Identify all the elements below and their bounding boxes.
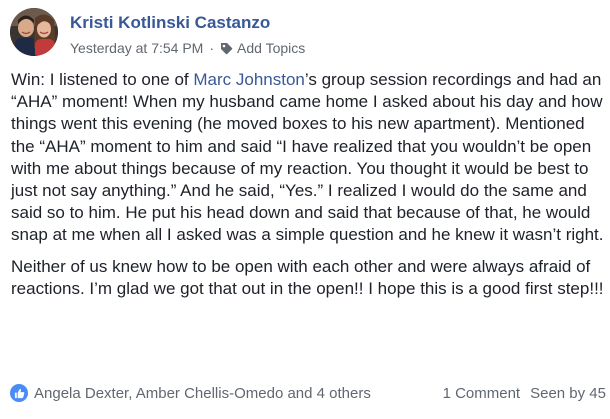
seen-by-count[interactable]: Seen by 45 — [530, 385, 606, 402]
post-header: Kristi Kotlinski Castanzo Yesterday at 7… — [10, 8, 305, 60]
like-icon — [10, 384, 28, 402]
mention-link[interactable]: Marc Johnston — [193, 70, 305, 89]
post-meta: Yesterday at 7:54 PM · Add Topics — [70, 40, 305, 56]
paragraph-text: Neither of us knew how to be open with e… — [11, 256, 604, 298]
reactions-summary[interactable]: Angela Dexter, Amber Chellis-Omedo and 4… — [34, 385, 371, 402]
author-avatar[interactable] — [10, 8, 58, 56]
post-paragraph: Neither of us knew how to be open with e… — [11, 256, 606, 300]
avatar-photo — [10, 8, 58, 56]
feed-post: Kristi Kotlinski Castanzo Yesterday at 7… — [0, 0, 610, 419]
add-topics-link[interactable]: Add Topics — [237, 40, 305, 56]
post-paragraph: Win: I listened to one of Marc Johnston’… — [11, 69, 606, 247]
meta-separator: · — [209, 40, 215, 56]
post-body: Win: I listened to one of Marc Johnston’… — [11, 69, 606, 300]
comments-count[interactable]: 1 Comment — [443, 385, 521, 402]
post-footer: Angela Dexter, Amber Chellis-Omedo and 4… — [10, 382, 606, 404]
tag-icon — [220, 42, 233, 55]
paragraph-text: Win: I listened to one of — [11, 70, 194, 89]
author-name[interactable]: Kristi Kotlinski Castanzo — [70, 13, 305, 33]
paragraph-text: ’s group session recordings and had an “… — [11, 70, 604, 245]
post-timestamp[interactable]: Yesterday at 7:54 PM — [70, 40, 203, 56]
header-text: Kristi Kotlinski Castanzo Yesterday at 7… — [70, 13, 305, 56]
